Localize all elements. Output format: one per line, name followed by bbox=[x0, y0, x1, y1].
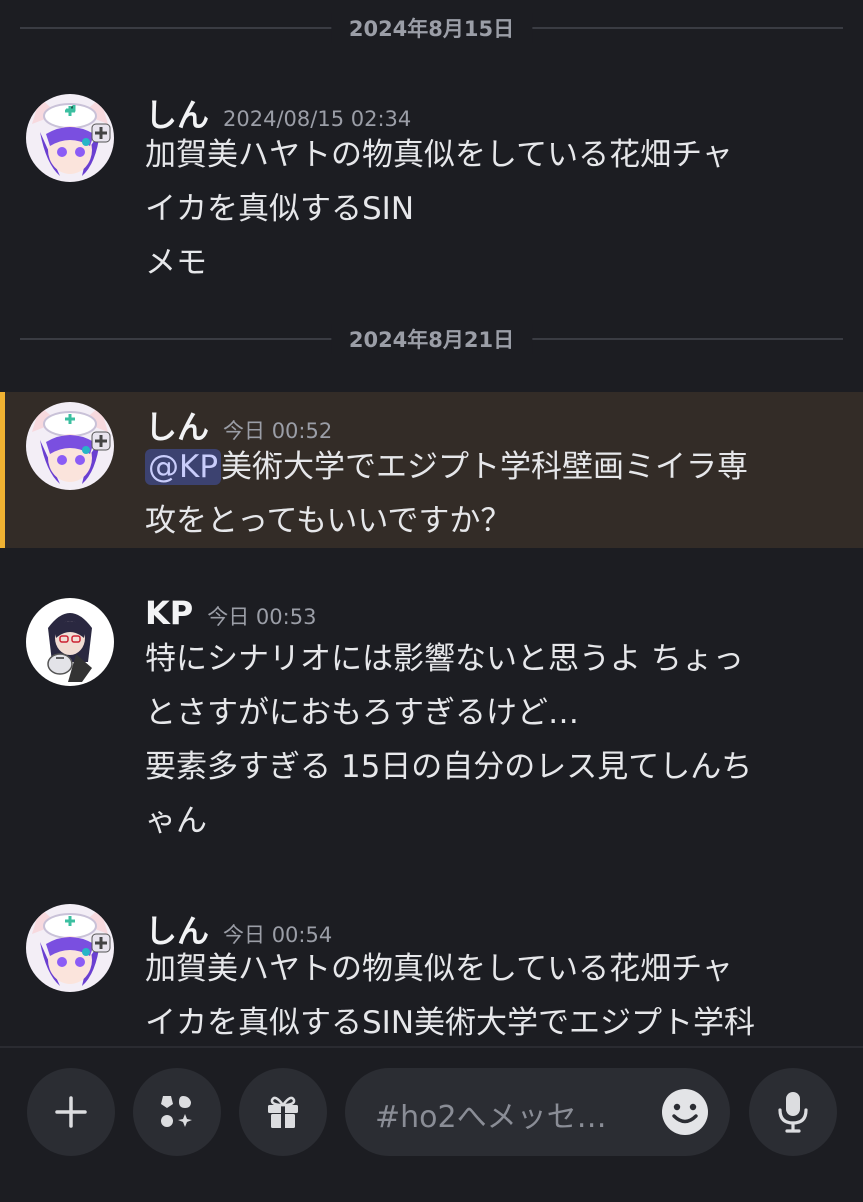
emoji-icon[interactable] bbox=[660, 1087, 710, 1137]
message-content: 加賀美ハヤトの物真似をしている花畑チャ イカを真似するSIN美術大学でエジプト学… bbox=[145, 942, 835, 1046]
message-line: ゃん bbox=[145, 803, 207, 839]
message-line: メモ bbox=[145, 245, 207, 281]
date-divider: 2024年8月21日 bbox=[20, 324, 843, 354]
message[interactable]: KP 今日 00:53 特にシナリオには影響ないと思うよ ちょっ とさすがにおもろ… bbox=[0, 584, 863, 864]
avatar[interactable] bbox=[26, 402, 114, 490]
message-highlighted[interactable]: しん 今日 00:52 @KP美術大学でエジプト学科壁画ミイラ専 攻をとってもいい… bbox=[0, 392, 863, 548]
message-line: とさすがにおもろすぎるけど… bbox=[145, 695, 579, 731]
avatar[interactable] bbox=[26, 94, 114, 182]
message[interactable]: しん 今日 00:54 加賀美ハヤトの物真似をしている花畑チャ イカを真似するSI… bbox=[0, 890, 863, 1046]
voice-message-button[interactable] bbox=[749, 1068, 837, 1156]
cat-avatar-icon bbox=[26, 402, 114, 490]
avatar[interactable] bbox=[26, 598, 114, 686]
date-divider-label: 2024年8月15日 bbox=[330, 13, 533, 43]
gift-icon bbox=[268, 1096, 298, 1128]
author-name[interactable]: KP bbox=[145, 594, 193, 632]
microphone-icon bbox=[778, 1092, 808, 1133]
message-author[interactable]: KP 今日 00:53 bbox=[145, 594, 316, 632]
apps-icon bbox=[161, 1096, 192, 1127]
message-line: 攻をとってもいいですか？ bbox=[145, 503, 512, 539]
message-line: イカを真似するSIN美術大学でエジプト学科 bbox=[145, 1005, 756, 1041]
add-attachment-button[interactable] bbox=[27, 1068, 115, 1156]
message-content: @KP美術大学でエジプト学科壁画ミイラ専 攻をとってもいいですか？ bbox=[145, 440, 835, 548]
date-divider: 2024年8月15日 bbox=[20, 13, 843, 43]
cat-avatar-icon bbox=[26, 904, 114, 992]
cat-avatar-icon bbox=[26, 94, 114, 182]
user-mention[interactable]: @KP bbox=[145, 449, 222, 485]
gift-button[interactable] bbox=[239, 1068, 327, 1156]
message-timestamp: 今日 00:53 bbox=[207, 605, 317, 629]
message-input[interactable]: #ho2へメッセ… bbox=[345, 1068, 730, 1156]
message-line: イカを真似するSIN bbox=[145, 191, 415, 227]
message-line: 加賀美ハヤトの物真似をしている花畑チャ bbox=[145, 137, 733, 173]
message-line: 特にシナリオには影響ないと思うよ ちょっ bbox=[145, 641, 744, 677]
message-line: 要素多すぎる 15日の自分のレス見てしんち bbox=[145, 749, 753, 785]
plus-icon bbox=[55, 1096, 87, 1128]
message-content: 特にシナリオには影響ないと思うよ ちょっ とさすがにおもろすぎるけど… 要素多す… bbox=[145, 632, 835, 848]
message-line: 加賀美ハヤトの物真似をしている花畑チャ bbox=[145, 951, 733, 987]
date-divider-label: 2024年8月21日 bbox=[330, 324, 533, 354]
message-line: @KP美術大学でエジプト学科壁画ミイラ専 bbox=[145, 440, 835, 494]
apps-button[interactable] bbox=[133, 1068, 221, 1156]
message-text: 美術大学でエジプト学科壁画ミイラ専 bbox=[221, 449, 749, 485]
message-content: 加賀美ハヤトの物真似をしている花畑チャ イカを真似するSIN メモ bbox=[145, 128, 835, 290]
character-avatar-icon bbox=[26, 598, 114, 686]
avatar[interactable] bbox=[26, 904, 114, 992]
message-input-placeholder: #ho2へメッセ… bbox=[375, 1100, 607, 1135]
message[interactable]: しん 2024/08/15 02:34 加賀美ハヤトの物真似をしている花畑チャ イ… bbox=[0, 80, 863, 300]
